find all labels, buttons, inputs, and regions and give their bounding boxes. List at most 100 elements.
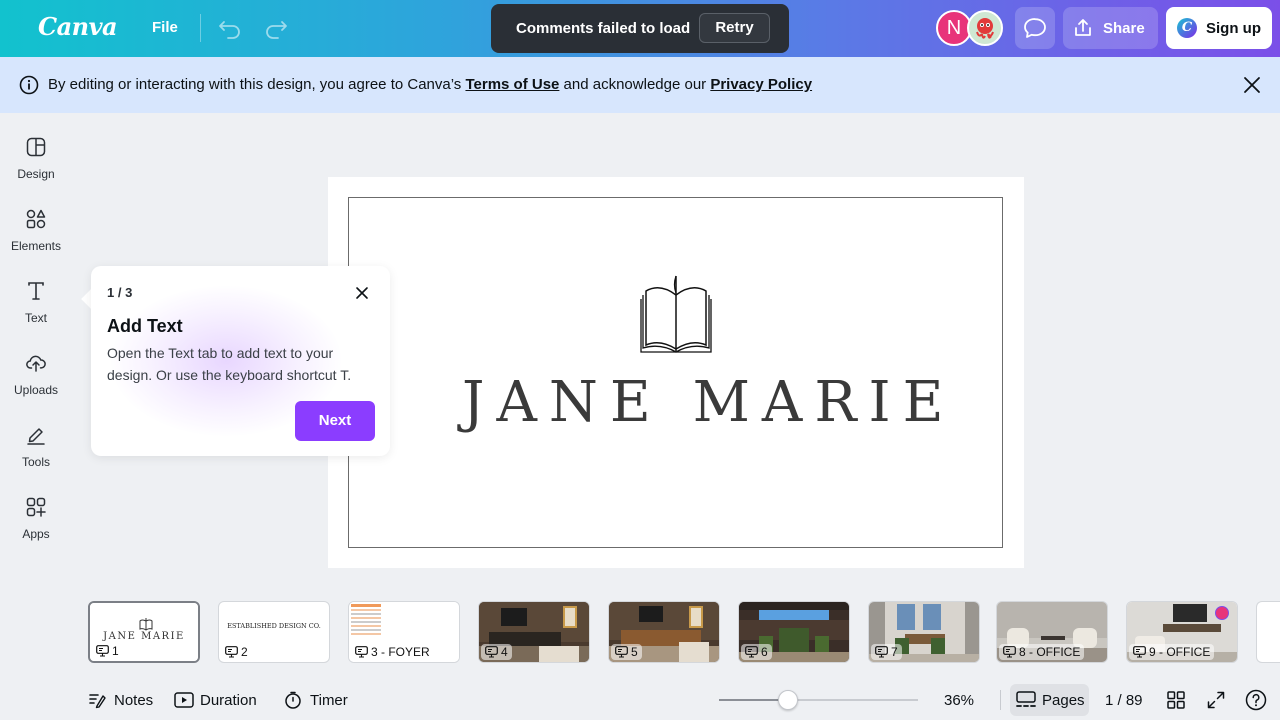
zoom-slider-handle[interactable] [778,690,798,710]
page-thumbnail-3[interactable]: 3 - FOYER [348,601,460,663]
pages-button[interactable]: Pages [1010,684,1089,716]
timer-button[interactable]: Timer [284,686,354,714]
text-icon [28,282,44,300]
comment-icon [1024,18,1046,38]
file-menu-button[interactable]: File [140,10,190,46]
next-button[interactable]: Next [295,401,375,441]
canva-logo[interactable]: Canva [38,12,118,41]
share-label: Share [1103,20,1145,37]
terms-text: By editing or interacting with this desi… [48,76,812,93]
page-thumbnail-4[interactable]: 4 [478,601,590,663]
thumbnail-label: 7 [871,644,902,660]
open-book-logo [640,275,712,353]
info-icon [19,75,39,95]
presenter-notes-icon [745,646,758,658]
page-counter: 1 / 89 [1105,692,1143,709]
duration-label: Duration [200,692,257,709]
sidebar-item-label: Design [17,167,55,181]
toast-message: Comments failed to load [516,20,691,37]
presenter-notes-icon [355,646,368,658]
thumbnail-number: 4 [501,645,508,659]
zoom-level[interactable]: 36% [944,692,974,709]
tooltip-title: Add Text [107,316,183,336]
elements-icon [26,209,46,229]
presenter-notes-icon [485,646,498,658]
close-icon[interactable] [354,285,370,301]
canva-c-icon: C [1177,18,1197,38]
fullscreen-icon[interactable] [1207,691,1225,709]
duration-button[interactable]: Duration [174,686,266,714]
cloud-upload-icon [26,355,46,372]
share-button[interactable]: Share [1063,7,1158,49]
page-thumbnail-5[interactable]: 5 [608,601,720,663]
thumbnail-number: 9 - OFFICE [1149,645,1211,659]
sidebar-item-uploads[interactable]: Uploads [0,353,72,417]
footer-divider [1000,690,1001,710]
page-thumbnail-7[interactable]: 7 [868,601,980,663]
thumbnail-number: 8 - OFFICE [1019,645,1081,659]
thumbnail-number: 1 [112,644,119,658]
sidebar-item-tools[interactable]: Tools [0,425,72,489]
pages-label: Pages [1042,692,1085,709]
comments-button[interactable] [1015,7,1055,49]
notes-button[interactable]: Notes [88,686,158,714]
undo-icon[interactable] [214,12,246,44]
thumbnail-label: 4 [481,644,512,660]
thumbnail-number: 7 [891,645,898,659]
terms-text-before: By editing or interacting with this desi… [48,76,466,93]
page-thumbnail-partial[interactable] [1256,601,1280,663]
onboarding-tooltip: 1 / 3 Add Text Open the Text tab to add … [91,266,390,456]
sidebar-item-elements[interactable]: Elements [0,209,72,273]
grid-view-icon[interactable] [1167,691,1185,709]
share-icon [1075,19,1091,36]
page-thumbnail-9[interactable]: 9 - OFFICE [1126,601,1238,663]
thumbnail-label: 2 [221,644,252,660]
thumbnail-label: 3 - FOYER [351,644,434,660]
thumbnail-label: 9 - OFFICE [1129,644,1215,660]
page-thumbnail-1[interactable]: JANE MARIE 1 [88,601,200,663]
book-logo-icon [139,618,153,631]
sidebar-item-design[interactable]: Design [0,137,72,201]
thumbnail-label: 8 - OFFICE [999,644,1085,660]
notes-icon [89,694,106,709]
terms-of-use-link[interactable]: Terms of Use [465,76,559,93]
tooltip-step: 1 / 3 [107,285,133,300]
page-thumbnail-2[interactable]: ESTABLISHED DESIGN CO. 2 [218,601,330,663]
privacy-policy-link[interactable]: Privacy Policy [710,76,812,93]
presenter-notes-icon [1003,646,1016,658]
sidebar-item-label: Apps [22,527,50,541]
sidebar-item-label: Elements [10,239,62,253]
presenter-notes-icon [875,646,888,658]
page-thumbnail-6[interactable]: 6 [738,601,850,663]
play-icon [174,692,194,708]
notes-label: Notes [114,692,154,709]
brand-name-text[interactable]: JANE MARIE [462,370,944,435]
timer-icon [285,691,301,709]
thumbnail-label: 1 [92,643,123,659]
close-icon[interactable] [1240,73,1264,97]
thumbnail-preview-text: ESTABLISHED DESIGN CO. [227,622,321,630]
thumbnail-number: 2 [241,645,248,659]
help-icon[interactable] [1245,689,1267,711]
pen-tool-icon [27,428,45,445]
sidebar-item-label: Uploads [13,383,59,397]
apps-icon [26,497,46,517]
retry-button[interactable]: Retry [699,13,770,43]
sidebar-item-label: Tools [21,455,50,469]
presenter-notes-icon [225,646,238,658]
sign-up-button[interactable]: C Sign up [1166,7,1272,49]
page-thumbnail-8[interactable]: 8 - OFFICE [996,601,1108,663]
design-icon [26,137,46,157]
sign-up-label: Sign up [1206,20,1261,37]
collaborator-avatar[interactable] [967,10,1003,46]
pages-icon [1016,691,1036,707]
toolbar-divider [200,14,201,42]
redo-icon[interactable] [260,12,292,44]
thumbnail-preview-text: JANE MARIE [103,631,185,642]
presenter-notes-icon [96,645,109,657]
sidebar-item-text[interactable]: Text [0,281,72,345]
sidebar-item-apps[interactable]: Apps [0,497,72,561]
error-toast: Comments failed to load Retry [491,4,789,53]
thumbnail-number: 6 [761,645,768,659]
timer-label: Timer [310,692,348,709]
